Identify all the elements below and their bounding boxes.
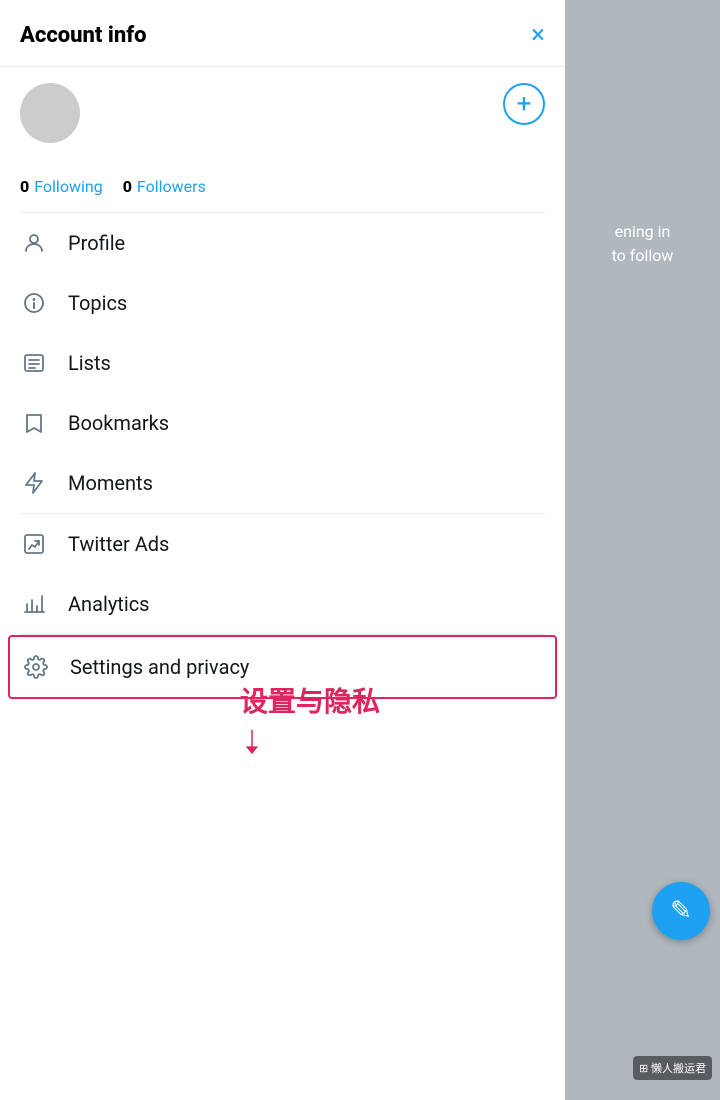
topics-icon [20, 289, 48, 317]
menu-item-analytics[interactable]: Analytics [0, 574, 565, 634]
sidebar-title: Account info [20, 23, 147, 48]
menu-label-profile: Profile [68, 231, 125, 255]
followers-count: 0 [123, 177, 132, 196]
menu-item-twitter-ads[interactable]: Twitter Ads [0, 514, 565, 574]
menu-item-profile[interactable]: Profile [0, 213, 565, 273]
menu-label-lists: Lists [68, 351, 111, 375]
following-count: 0 [20, 177, 29, 196]
menu-item-bookmarks[interactable]: Bookmarks [0, 393, 565, 453]
menu-label-analytics: Analytics [68, 592, 150, 616]
analytics-icon [20, 590, 48, 618]
close-icon[interactable]: × [531, 20, 545, 50]
wechat-badge: ⊞ 懒人搬运君 [633, 1056, 712, 1080]
ads-icon [20, 530, 48, 558]
menu-item-lists[interactable]: Lists [0, 333, 565, 393]
menu-label-bookmarks: Bookmarks [68, 411, 169, 435]
menu-label-settings: Settings and privacy [70, 655, 249, 679]
menu-list: Profile Topics Lists Bookmarks [0, 213, 565, 1100]
sidebar-header: Account info × [0, 0, 565, 67]
menu-item-topics[interactable]: Topics [0, 273, 565, 333]
moments-icon [20, 469, 48, 497]
lists-icon [20, 349, 48, 377]
menu-item-moments[interactable]: Moments [0, 453, 565, 513]
sidebar: Account info × + 0 Following 0 Followers… [0, 0, 565, 1100]
avatar [20, 83, 80, 143]
tweet-fab-icon: ✎ [670, 896, 692, 926]
settings-icon [22, 653, 50, 681]
tweet-fab[interactable]: ✎ [652, 882, 710, 940]
following-stat[interactable]: 0 Following [20, 177, 103, 196]
follow-stats: 0 Following 0 Followers [0, 169, 565, 212]
menu-item-settings[interactable]: Settings and privacy [8, 635, 557, 699]
wechat-icon: ⊞ [639, 1062, 648, 1075]
profile-area: + [0, 67, 565, 169]
person-icon [20, 229, 48, 257]
followers-stat[interactable]: 0 Followers [123, 177, 206, 196]
menu-label-twitter-ads: Twitter Ads [68, 532, 169, 556]
menu-label-topics: Topics [68, 291, 127, 315]
followers-label: Followers [137, 177, 206, 196]
signin-text: ening into follow [602, 220, 684, 268]
bookmarks-icon [20, 409, 48, 437]
menu-label-moments: Moments [68, 471, 153, 495]
add-account-button[interactable]: + [503, 83, 545, 125]
following-label: Following [34, 177, 102, 196]
right-panel: ening into follow ✎ ⊞ 懒人搬运君 [565, 0, 720, 1100]
